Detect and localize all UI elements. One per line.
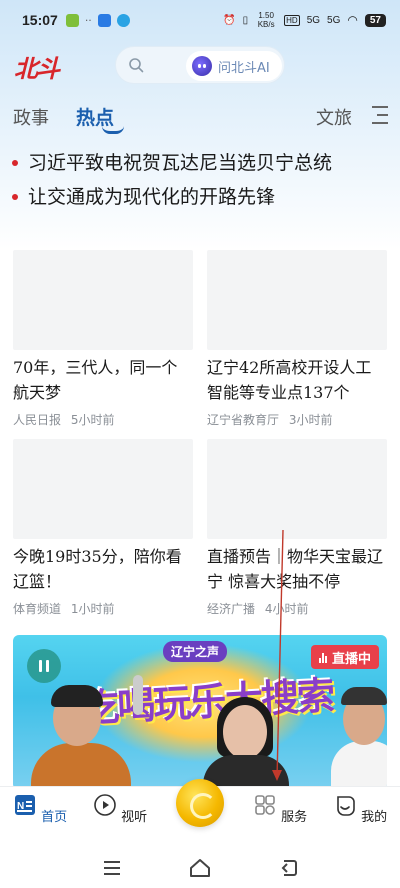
host-center-head [223, 705, 267, 759]
headline-text: 习近平致电祝贺瓦达尼当选贝宁总统 [28, 152, 333, 174]
recent-apps-icon[interactable] [100, 856, 124, 880]
ask-ai-button[interactable]: 问北斗AI [186, 51, 282, 81]
headline-item[interactable]: 让交通成为现代化的开路先锋 [0, 182, 400, 216]
news-time: 4小时前 [264, 602, 309, 616]
bullet-dot [12, 160, 18, 166]
host-right-hair [341, 687, 387, 705]
live-badge: 直播中 [310, 645, 379, 669]
channel-menu-icon[interactable] [372, 106, 390, 126]
nav-service[interactable]: 服务 [250, 793, 310, 825]
status-time: 15:07 [22, 12, 58, 28]
news-thumbnail [207, 250, 387, 350]
vibrate-icon: ▯ [242, 14, 249, 26]
news-title: 直播预告｜物华天宝最辽宁 惊喜大奖抽不停 [207, 547, 384, 591]
news-card[interactable]: 今晚19时35分，陪你看辽篮！ 体育频道 1小时前 [13, 439, 193, 617]
status-bar: 15:07 ·· ⏰ ▯ 1.50 KB/s HD 5G 5G ◠ 57 [0, 0, 400, 40]
news-time: 5小时前 [70, 413, 115, 427]
news-thumbnail [13, 439, 193, 539]
news-source: 人民日报 [13, 413, 62, 427]
wifi-icon: ◠ [347, 13, 358, 27]
nav-profile[interactable]: 我的 [330, 793, 390, 825]
nav-label: 视听 [121, 810, 148, 825]
nav-label: 我的 [361, 810, 388, 825]
news-time: 3小时前 [288, 413, 333, 427]
battery-indicator: 57 [364, 13, 386, 27]
live-label: 直播中 [331, 651, 371, 667]
system-nav-bar [0, 848, 400, 888]
news-thumbnail [207, 439, 387, 539]
host-left-body [31, 743, 131, 790]
news-title: 今晚19时35分，陪你看辽篮！ [13, 547, 182, 591]
play-icon [94, 794, 116, 816]
station-logo: 辽宁之声 [163, 641, 228, 662]
news-card[interactable]: 直播预告｜物华天宝最辽宁 惊喜大奖抽不停 经济广播 4小时前 [207, 439, 387, 617]
signal-2: 5G [327, 14, 341, 26]
app-logo: 北斗 [14, 54, 60, 83]
news-meta: 人民日报 5小时前 [13, 411, 193, 428]
alarm-icon: ⏰ [223, 14, 236, 26]
host-right-body [331, 741, 387, 790]
host-left-hair [51, 685, 103, 707]
headline-list: 习近平致电祝贺瓦达尼当选贝宁总统 让交通成为现代化的开路先锋 [0, 148, 400, 216]
network-speed: 1.50 KB/s [257, 11, 275, 29]
hd-icon: HD [284, 14, 300, 26]
app-notification-icon [65, 13, 79, 27]
news-meta: 辽宁省教育厅 3小时前 [207, 411, 387, 428]
news-meta: 体育频道 1小时前 [13, 600, 193, 617]
live-video-player[interactable]: 辽宁之声 吃喝玩乐大搜索 直播中 [13, 635, 387, 790]
headline-item[interactable]: 习近平致电祝贺瓦达尼当选贝宁总统 [0, 148, 400, 182]
tab-politics[interactable]: 政事 [13, 104, 49, 130]
nav-label: 首页 [41, 810, 68, 825]
profile-icon [337, 796, 355, 816]
message-icon [116, 13, 130, 27]
home-icon[interactable] [188, 856, 212, 880]
nav-home[interactable]: N 首页 [10, 793, 70, 825]
pause-button[interactable] [27, 649, 61, 683]
news-meta: 经济广播 4小时前 [207, 600, 387, 617]
news-title: 70年，三代人，同一个航天梦 [13, 358, 178, 402]
news-card[interactable]: 辽宁42所高校开设人工智能等专业点137个 辽宁省教育厅 3小时前 [207, 250, 387, 428]
beidou-center-icon[interactable] [176, 779, 224, 827]
bullet-dot [12, 194, 18, 200]
ask-ai-label: 问北斗AI [218, 60, 270, 76]
back-icon[interactable] [276, 856, 300, 880]
microphone [133, 675, 143, 715]
news-time: 1小时前 [70, 602, 115, 616]
search-box[interactable]: 问北斗AI [115, 46, 285, 84]
news-title: 辽宁42所高校开设人工智能等专业点137个 [207, 358, 372, 402]
service-icon [255, 795, 275, 815]
bottom-nav: N 首页 视听 服务 我的 [0, 779, 400, 848]
ai-robot-icon [192, 56, 212, 76]
nav-video[interactable]: 视听 [90, 793, 150, 825]
news-thumbnail [13, 250, 193, 350]
app-notification-icon-2 [97, 13, 111, 27]
app-header: 北斗 问北斗AI [0, 44, 400, 88]
news-icon: N [14, 795, 35, 815]
news-card[interactable]: 70年，三代人，同一个航天梦 人民日报 5小时前 [13, 250, 193, 428]
tab-culture-tourism[interactable]: 文旅 [316, 104, 352, 130]
live-bars-icon [318, 652, 327, 663]
search-icon [129, 58, 144, 73]
category-tabs: 政事 热点 文旅 [0, 100, 400, 134]
nav-label: 服务 [281, 810, 308, 825]
news-source: 辽宁省教育厅 [207, 413, 280, 427]
dots-icon: ·· [84, 13, 92, 27]
headline-text: 让交通成为现代化的开路先锋 [28, 186, 276, 208]
news-source: 体育频道 [13, 602, 62, 616]
news-source: 经济广播 [207, 602, 256, 616]
signal-1: 5G [306, 14, 321, 26]
